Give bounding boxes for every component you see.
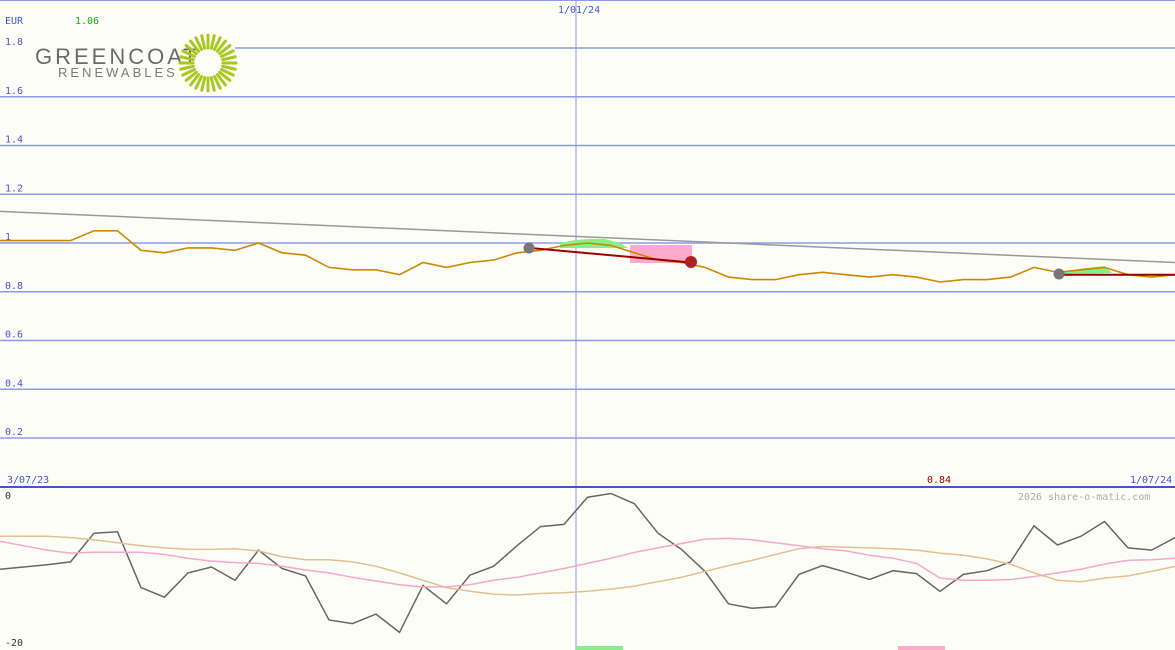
y-tick-label: 0.2 — [5, 427, 23, 438]
bottom-loss-marker — [898, 646, 945, 650]
signal-dot-sell — [685, 256, 697, 268]
logo-text-sub: RENEWABLES — [58, 65, 178, 80]
share-chart: 1.8 1.6 1.4 1.2 1 0.8 0.6 0.4 0.2 EUR 1.06 1/01/… — [0, 0, 1175, 650]
y-tick-label: 1.6 — [5, 86, 23, 97]
indicator-tick-bottom: -20 — [5, 638, 23, 649]
bottom-gain-marker — [576, 646, 623, 650]
y-tick-label: 1.8 — [5, 37, 23, 48]
y-tick-label: 1.2 — [5, 183, 23, 194]
copyright-text: 2026 share-o-matic.com — [1018, 492, 1150, 503]
indicator-tick-top: 0 — [5, 491, 11, 502]
y-tick-label: 1 — [5, 232, 11, 243]
mid-date-label: 1/01/24 — [558, 5, 600, 16]
currency-label: EUR — [5, 16, 24, 27]
y-tick-label: 1.4 — [5, 135, 23, 146]
y-tick-label: 0.6 — [5, 330, 23, 341]
start-date-label: 3/07/23 — [7, 475, 49, 486]
signal-dot-recent — [1053, 268, 1065, 280]
low-value-label: 0.84 — [927, 475, 951, 486]
end-date-label: 1/07/24 — [1130, 475, 1172, 486]
y-tick-label: 0.8 — [5, 281, 23, 292]
last-price-value: 1.06 — [75, 16, 99, 27]
y-tick-label: 0.4 — [5, 378, 23, 389]
signal-dot-start — [523, 242, 535, 254]
chart-stage: 1.8 1.6 1.4 1.2 1 0.8 0.6 0.4 0.2 EUR 1.06 1/01/… — [0, 0, 1175, 650]
